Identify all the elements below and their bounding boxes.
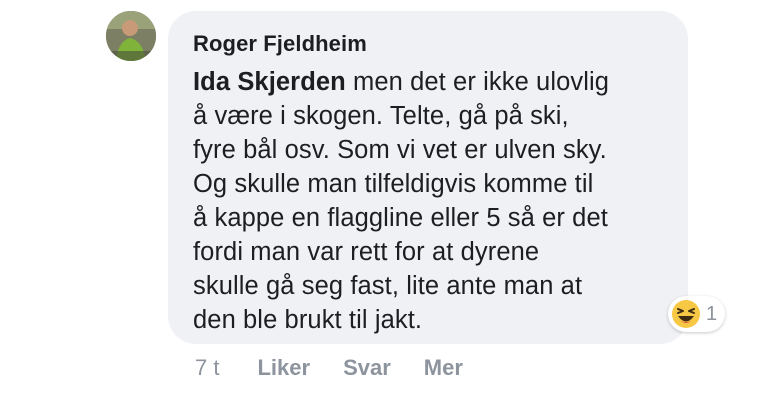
- comment-line: skulle gå seg fast, lite ante man at: [193, 272, 583, 300]
- avatar-photo-icon: [106, 11, 156, 61]
- avatar[interactable]: [106, 11, 156, 61]
- comment-author[interactable]: Roger Fjeldheim: [193, 31, 662, 57]
- comment-line: den ble brukt til jakt.: [193, 306, 423, 334]
- comment-thread: Roger Fjeldheim Ida Skjerden men det er …: [0, 0, 757, 400]
- like-button[interactable]: Liker: [257, 355, 310, 381]
- comment-line: Ida Skjerden men det er ikke ulovlig: [193, 65, 662, 99]
- more-button[interactable]: Mer: [424, 355, 463, 381]
- comment-actions: 7 t Liker Svar Mer: [195, 355, 496, 381]
- haha-emoji-icon: [672, 300, 700, 328]
- reaction-count: 1: [706, 302, 718, 325]
- comment-line: å være i skogen. Telte, gå på ski,: [193, 102, 569, 130]
- comment-text: Ida Skjerden men det er ikke ulovlig å v…: [193, 65, 662, 337]
- comment-line: Og skulle man tilfeldigvis komme til: [193, 170, 594, 198]
- reply-button[interactable]: Svar: [343, 355, 391, 381]
- comment-bubble: Roger Fjeldheim Ida Skjerden men det er …: [168, 11, 688, 344]
- comment-timestamp[interactable]: 7 t: [195, 355, 219, 381]
- reaction-summary[interactable]: 1: [668, 296, 726, 332]
- comment-line-text: men det er ikke ulovlig: [345, 68, 610, 96]
- comment-line: å kappe en flaggline eller 5 så er det: [193, 204, 608, 232]
- comment-line: fordi man var rett for at dyrene: [193, 238, 540, 266]
- mention-link[interactable]: Ida Skjerden: [193, 68, 346, 96]
- comment-line: fyre bål osv. Som vi vet er ulven sky.: [193, 136, 607, 164]
